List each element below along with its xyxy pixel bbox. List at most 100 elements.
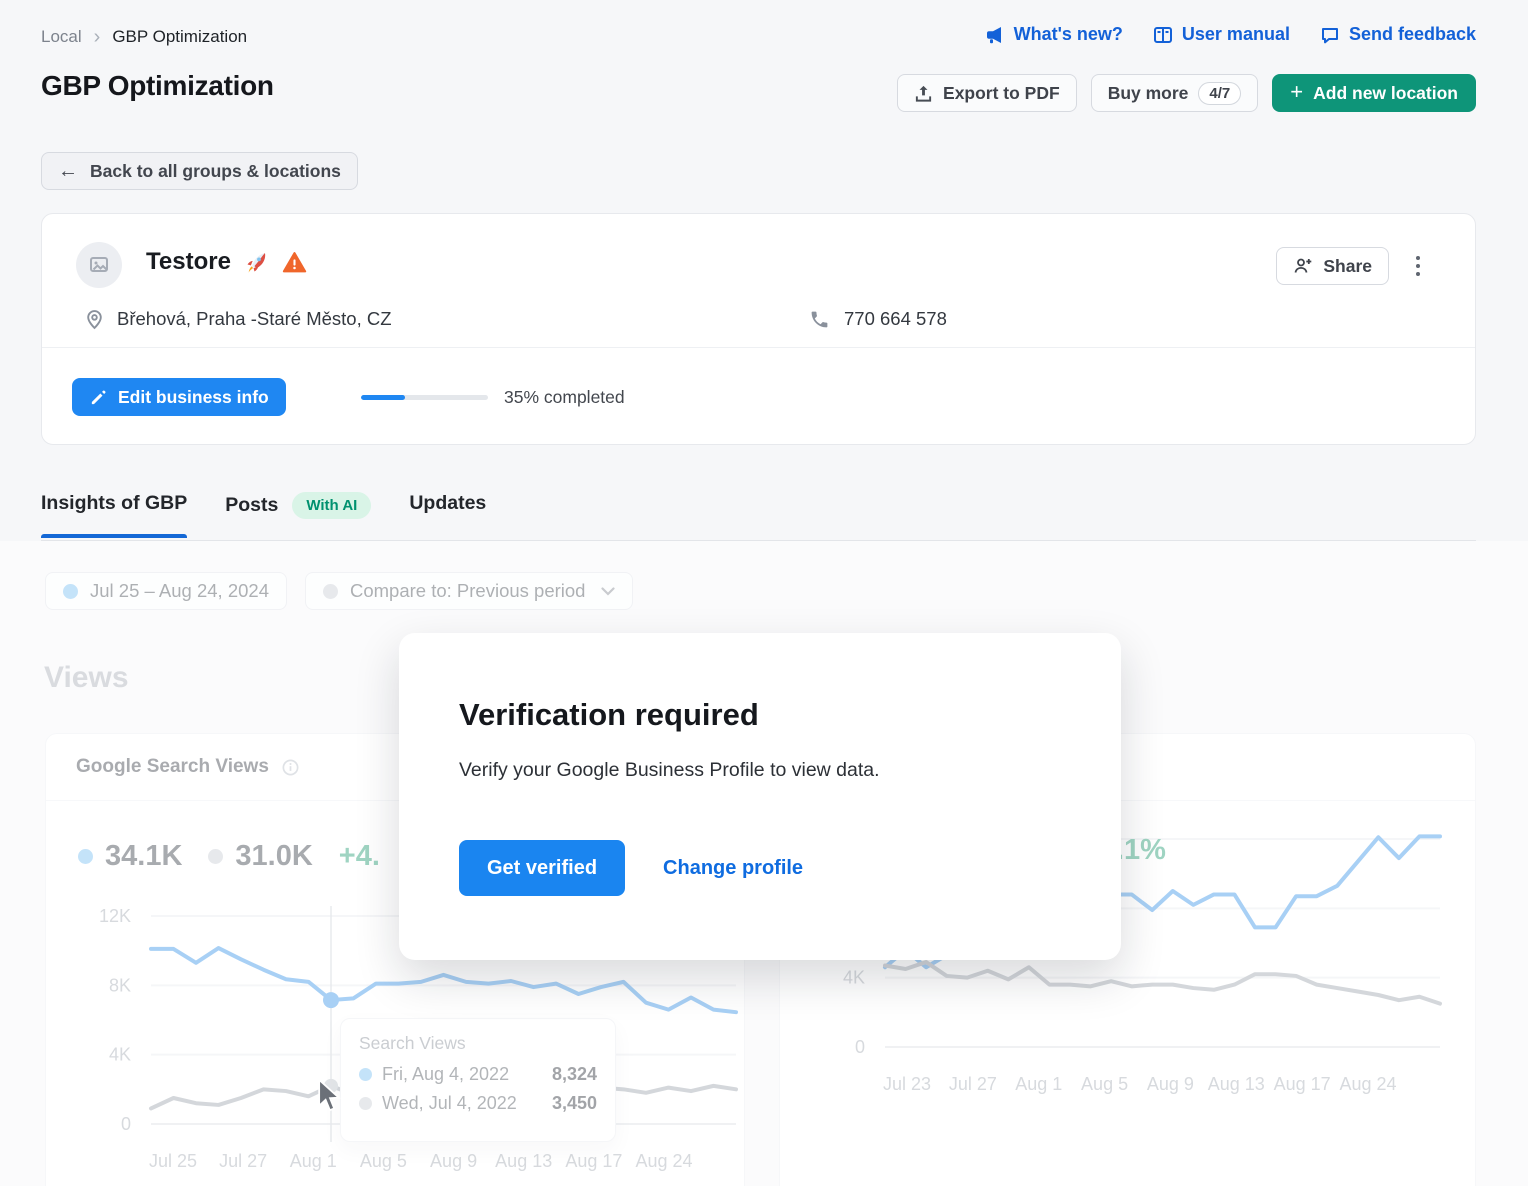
- card-title: Google Search Views: [76, 756, 269, 778]
- business-phone-row: 770 664 578: [809, 308, 947, 330]
- change-value: .1%: [1116, 834, 1166, 867]
- edit-business-info-button[interactable]: Edit business info: [72, 378, 286, 416]
- modal-body: Verify your Google Business Profile to v…: [459, 759, 1061, 782]
- svg-text:Jul 23: Jul 23: [883, 1074, 931, 1094]
- modal-actions: Get verified Change profile: [459, 840, 1061, 896]
- avatar: [76, 242, 122, 288]
- business-name: Testore: [146, 248, 231, 276]
- more-options-button[interactable]: [1403, 250, 1433, 282]
- breadcrumb: Local › GBP Optimization: [41, 27, 247, 47]
- tooltip-row: Fri, Aug 4, 2022 8,324: [359, 1064, 597, 1085]
- svg-text:Aug 13: Aug 13: [495, 1151, 552, 1171]
- svg-text:Aug 5: Aug 5: [360, 1151, 407, 1171]
- svg-text:Aug 17: Aug 17: [565, 1151, 622, 1171]
- current-period-dot: [63, 584, 78, 599]
- send-feedback-link[interactable]: Send feedback: [1320, 24, 1476, 45]
- previous-series-dot: [359, 1097, 372, 1110]
- tooltip-row: Wed, Jul 4, 2022 3,450: [359, 1093, 597, 1114]
- svg-text:4K: 4K: [843, 968, 865, 988]
- chevron-right-icon: ›: [94, 27, 101, 47]
- svg-text:Aug 1: Aug 1: [290, 1151, 337, 1171]
- tab-updates[interactable]: Updates: [409, 492, 486, 537]
- back-to-groups-button[interactable]: ← Back to all groups & locations: [41, 152, 358, 190]
- modal-title: Verification required: [459, 697, 1061, 733]
- change-profile-link[interactable]: Change profile: [663, 857, 803, 880]
- whats-new-link[interactable]: What's new?: [985, 24, 1123, 45]
- filter-row: Jul 25 – Aug 24, 2024 Compare to: Previo…: [45, 572, 633, 610]
- rocket-icon: [243, 249, 270, 276]
- current-series-dot: [359, 1068, 372, 1081]
- breadcrumb-local[interactable]: Local: [41, 27, 82, 47]
- svg-text:Aug 1: Aug 1: [1015, 1074, 1062, 1094]
- header-actions: Export to PDF Buy more 4/7 + Add new loc…: [897, 74, 1476, 112]
- buy-more-count-badge: 4/7: [1198, 82, 1241, 105]
- business-address: Břehová, Praha -Staré Město, CZ: [117, 308, 392, 330]
- image-placeholder-icon: [88, 254, 110, 276]
- megaphone-icon: [985, 25, 1005, 45]
- business-phone: 770 664 578: [844, 308, 947, 330]
- progress-fill: [361, 395, 405, 400]
- svg-text:Aug 24: Aug 24: [1339, 1074, 1396, 1094]
- mouse-cursor: [316, 1078, 342, 1112]
- business-card: Testore Share Břehová, Praha -Staré Měst…: [41, 213, 1476, 445]
- tab-posts[interactable]: Posts With AI: [225, 492, 371, 541]
- chevron-down-icon: [601, 587, 615, 596]
- chart-tooltip: Search Views Fri, Aug 4, 2022 8,324 Wed,…: [340, 1018, 616, 1142]
- breadcrumb-current: GBP Optimization: [112, 27, 247, 47]
- previous-period-dot: [323, 584, 338, 599]
- buy-more-button[interactable]: Buy more 4/7: [1091, 74, 1259, 112]
- phone-icon: [809, 309, 830, 330]
- pencil-icon: [89, 388, 108, 407]
- date-range-picker[interactable]: Jul 25 – Aug 24, 2024: [45, 572, 287, 610]
- person-add-icon: [1293, 256, 1313, 276]
- progress-bar: [361, 395, 488, 400]
- svg-text:Aug 17: Aug 17: [1274, 1074, 1331, 1094]
- export-pdf-button[interactable]: Export to PDF: [897, 74, 1077, 112]
- with-ai-badge: With AI: [292, 492, 371, 519]
- book-icon: [1153, 25, 1173, 45]
- tab-bar: Insights of GBP Posts With AI Updates: [41, 492, 1476, 541]
- progress-label: 35% completed: [504, 387, 625, 408]
- svg-text:Jul 27: Jul 27: [219, 1151, 267, 1171]
- current-series-dot: [78, 849, 93, 864]
- divider: [42, 347, 1475, 348]
- change-value: +4.: [339, 840, 380, 873]
- info-icon[interactable]: [281, 758, 300, 777]
- location-pin-icon: [84, 309, 105, 330]
- business-address-row: Břehová, Praha -Staré Město, CZ: [84, 308, 392, 330]
- page-title: GBP Optimization: [41, 70, 274, 102]
- add-new-location-button[interactable]: + Add new location: [1272, 74, 1476, 112]
- get-verified-button[interactable]: Get verified: [459, 840, 625, 896]
- svg-text:Jul 27: Jul 27: [949, 1074, 997, 1094]
- svg-text:Aug 5: Aug 5: [1081, 1074, 1128, 1094]
- warning-icon: [282, 250, 307, 275]
- share-button[interactable]: Share: [1276, 247, 1389, 285]
- verification-modal: Verification required Verify your Google…: [399, 633, 1121, 960]
- previous-series-dot: [208, 849, 223, 864]
- previous-value: 31.0K: [235, 840, 312, 873]
- svg-text:0: 0: [855, 1037, 865, 1057]
- compare-to-select[interactable]: Compare to: Previous period: [305, 572, 633, 610]
- feedback-icon: [1320, 25, 1340, 45]
- plus-icon: +: [1290, 81, 1303, 103]
- current-value: 34.1K: [105, 840, 182, 873]
- gbp-optimization-page: Local › GBP Optimization What's new? Use…: [0, 0, 1528, 1186]
- svg-text:0: 0: [121, 1114, 131, 1134]
- tab-insights-of-gbp[interactable]: Insights of GBP: [41, 492, 187, 537]
- views-section-heading: Views: [44, 661, 129, 695]
- business-name-row: Testore: [146, 248, 307, 276]
- export-icon: [914, 84, 933, 103]
- svg-text:8K: 8K: [109, 975, 131, 995]
- svg-text:Aug 9: Aug 9: [1147, 1074, 1194, 1094]
- svg-text:Aug 9: Aug 9: [430, 1151, 477, 1171]
- svg-text:Jul 25: Jul 25: [149, 1151, 197, 1171]
- svg-text:Aug 24: Aug 24: [635, 1151, 692, 1171]
- tooltip-title: Search Views: [359, 1033, 597, 1054]
- svg-text:Aug 13: Aug 13: [1208, 1074, 1265, 1094]
- svg-text:4K: 4K: [109, 1045, 131, 1065]
- profile-completion: 35% completed: [361, 378, 625, 416]
- user-manual-link[interactable]: User manual: [1153, 24, 1290, 45]
- arrow-left-icon: ←: [58, 161, 78, 181]
- header-links: What's new? User manual Send feedback: [985, 24, 1476, 45]
- svg-text:12K: 12K: [99, 906, 131, 926]
